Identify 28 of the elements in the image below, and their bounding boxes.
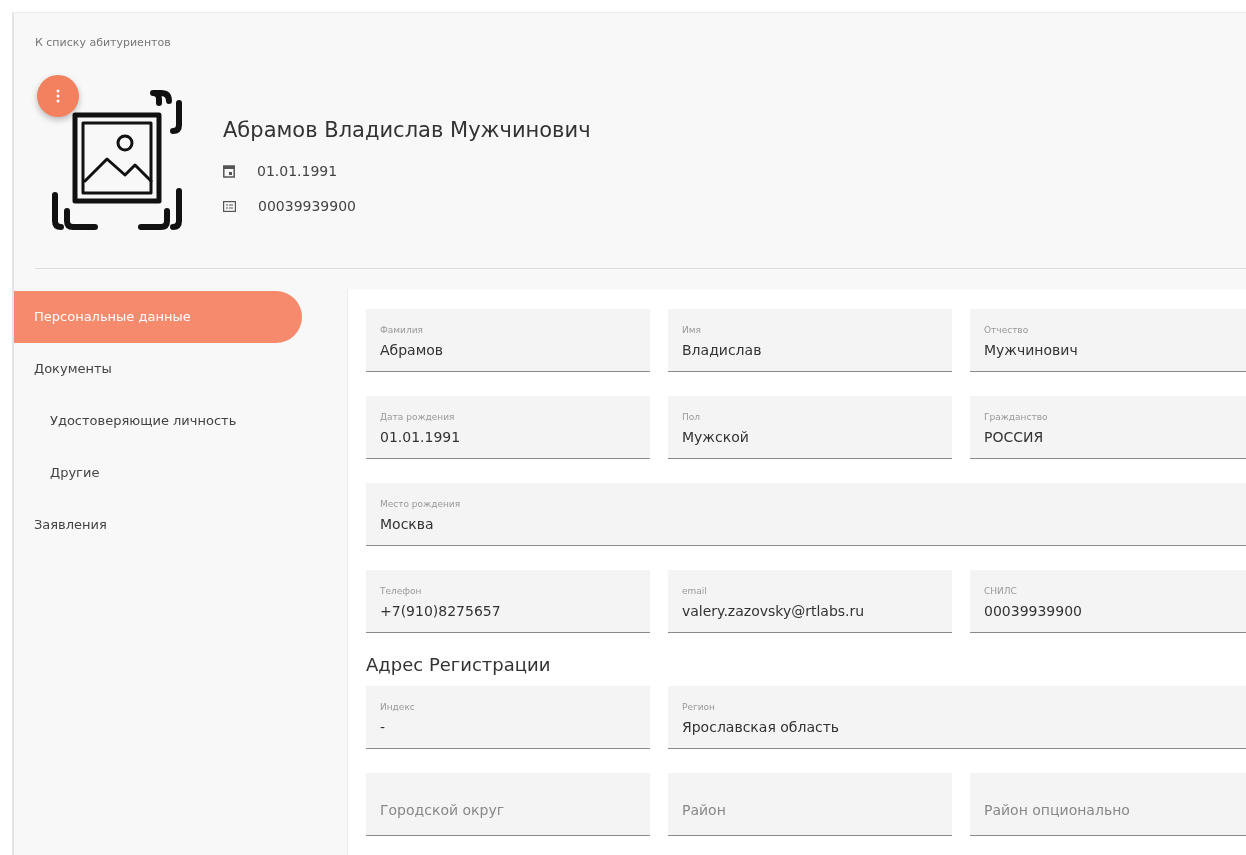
text-field[interactable]: Телефон +7(910)8275657 [366,570,650,633]
section-title: Адрес Регистрации [366,653,552,677]
text-field[interactable]: Городской округ [366,773,650,836]
text-field[interactable]: Индекс - [366,686,650,749]
snils-number: 00039939900 [258,196,356,216]
text-field[interactable]: Район опционально [970,773,1246,836]
sidebar-item[interactable]: Удостоверяющие личность [14,395,302,447]
text-field[interactable]: СНИЛС 00039939900 [970,570,1246,633]
text-field[interactable]: email valery.zazovsky@rtlabs.ru [668,570,952,633]
more-button[interactable] [37,75,79,117]
sidebar-item[interactable]: Документы [14,343,302,395]
sidebar-item[interactable]: Другие [14,447,302,499]
text-field[interactable]: Фамилия Абрамов [366,309,650,372]
id-card-icon [223,200,236,212]
calendar-icon [223,164,235,178]
text-field[interactable]: Место рождения Москва [366,483,1246,546]
text-field[interactable]: Гражданство РОССИЯ [970,396,1246,459]
birth-date: 01.01.1991 [257,161,338,181]
text-field[interactable]: Дата рождения 01.01.1991 [366,396,650,459]
sidebar-item[interactable]: Заявления [14,499,302,551]
back-link[interactable]: К списку абитуриентов [35,35,171,52]
applicant-name: Абрамов Владислав Мужчинович [223,117,591,144]
text-field[interactable]: Регион Ярославская область [668,686,1246,749]
text-field[interactable]: Отчество Мужчинович [970,309,1246,372]
text-field[interactable]: Район [668,773,952,836]
more-icon [56,89,60,103]
text-field[interactable]: Имя Владислав [668,309,952,372]
text-field[interactable]: Пол Мужской [668,396,952,459]
